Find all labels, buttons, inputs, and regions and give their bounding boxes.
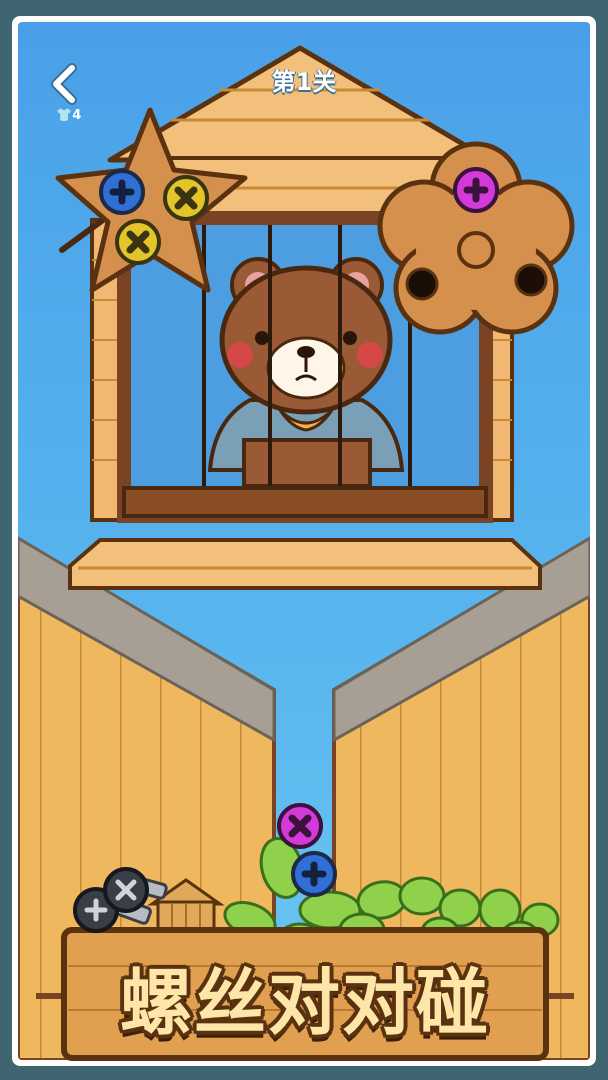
screw-yellow[interactable] [162, 174, 210, 222]
screw-magenta[interactable] [452, 166, 500, 214]
lives-indicator: 👕4 [56, 108, 81, 123]
lives-count: 4 [72, 108, 82, 123]
bear-character [207, 257, 405, 488]
game-logo-text: 螺丝对对碰 [119, 961, 490, 1045]
screw-blue[interactable] [290, 850, 338, 898]
game-screen: 👕4 第1关 螺丝对对碰 [0, 0, 608, 1080]
screw-yellow[interactable] [114, 218, 162, 266]
empty-hole[interactable] [514, 263, 548, 297]
screw-magenta[interactable] [276, 802, 324, 850]
level-title: 第1关 [271, 68, 337, 96]
screw-dark [103, 867, 149, 913]
shirt-icon: 👕 [56, 108, 73, 123]
empty-hole[interactable] [405, 267, 439, 301]
screw-blue[interactable] [98, 168, 146, 216]
